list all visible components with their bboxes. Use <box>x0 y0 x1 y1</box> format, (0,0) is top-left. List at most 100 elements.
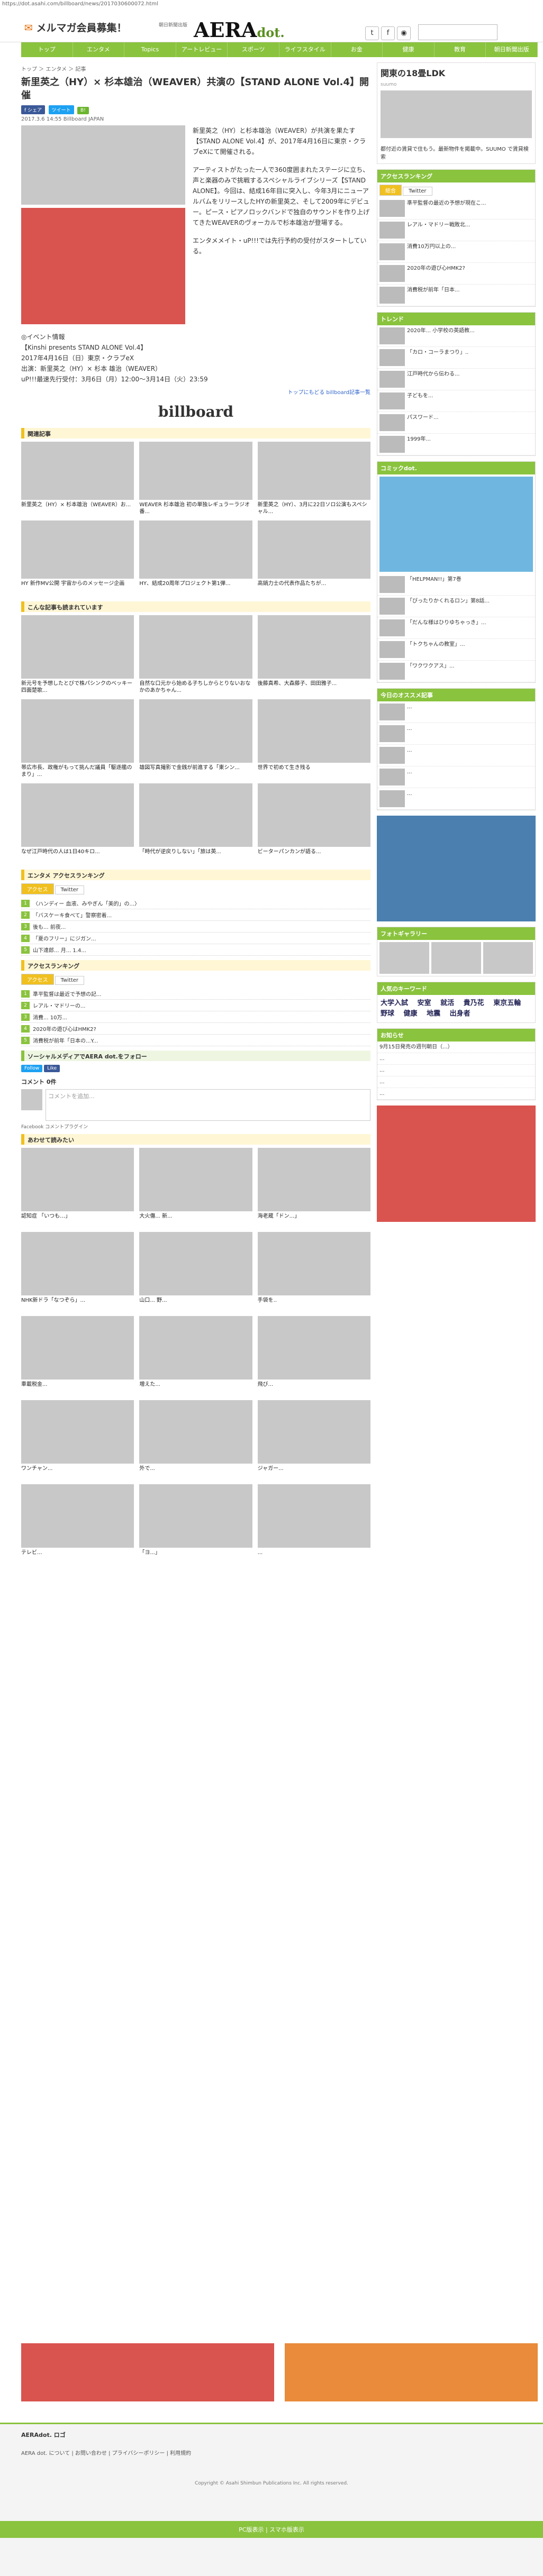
nav-item[interactable]: トップ <box>21 42 73 57</box>
keyword[interactable]: 東京五輪 <box>493 999 521 1007</box>
fb-like-button[interactable]: Like <box>44 1065 60 1072</box>
related-item[interactable]: 新里英之（HY）、3月に22日ソロ公演もスペシャル... <box>257 442 370 515</box>
trend-item[interactable]: 2020年... 小学校の英語教... <box>377 325 535 347</box>
tweet-button[interactable]: ツイート <box>48 105 74 114</box>
ad-item[interactable]: 海老蔵「ドン...」 <box>257 1148 370 1227</box>
recommend-item[interactable]: 「時代が逆戻りしない」「旅は英... <box>139 783 252 862</box>
ad-item[interactable]: 手袋を.. <box>257 1232 370 1311</box>
ad-item[interactable]: 車載税金... <box>21 1316 134 1395</box>
recommend-item[interactable]: 帯広市長、政権がもって挑んだ議員「駆逐艦のまり」... <box>21 699 134 778</box>
recommend-item[interactable]: 自然な口元から始める子ちしからとりないおなかのあかちゃん... <box>139 615 252 694</box>
pc-sp-toggle[interactable]: PC版表示 | スマホ版表示 <box>0 2521 543 2538</box>
ad-item[interactable]: NHK新ドラ「なつぞら」... <box>21 1232 134 1311</box>
rank-item[interactable]: 消費税が前年「日本... <box>377 285 535 306</box>
trend-item[interactable]: 江戸時代から伝わる... <box>377 369 535 390</box>
ad-banner[interactable] <box>21 208 185 324</box>
notice-item[interactable]: ... <box>377 1053 535 1065</box>
breadcrumb[interactable]: トップ ＞ エンタメ ＞ 記事 <box>21 65 370 72</box>
keyword[interactable]: 地震 <box>427 1010 440 1018</box>
related-item[interactable]: HY、結成20周年プロジェクト第1弾... <box>139 520 252 594</box>
recommend-item[interactable]: 世界で初めて生き残る <box>257 699 370 778</box>
footer-links[interactable]: AERA dot. について | お問い合わせ | プライバシーポリシー | 利… <box>0 2445 543 2460</box>
tab-total[interactable]: 総合 <box>379 185 402 196</box>
rank-item[interactable]: 2020年の遊び心HMK2? <box>377 263 535 285</box>
ad-item[interactable]: ... <box>257 1484 370 1563</box>
rank-item[interactable]: 準平監督の最近の予想が現在こ... <box>377 198 535 220</box>
rank-item[interactable]: 2 「バスケーキ食べて」警察密着... <box>21 909 370 921</box>
rank-item[interactable]: 4 「夏のフリー」にジガン... <box>21 933 370 944</box>
ad-item[interactable]: ワンチャン... <box>21 1400 134 1479</box>
rank-item[interactable]: 3 消費... 10万... <box>21 1011 370 1023</box>
rss-icon[interactable]: ◉ <box>397 26 411 40</box>
news-item[interactable]: ... <box>377 766 535 788</box>
notice-item[interactable]: ... <box>377 1065 535 1076</box>
twitter-follow-button[interactable]: Follow <box>21 1065 43 1072</box>
comic-item[interactable]: 「ぴったりかくれるロン」第8話... <box>377 596 535 617</box>
related-item[interactable]: 高鍋力士の代表作品たちが... <box>257 520 370 594</box>
rank-item[interactable]: 消費10万円以上の... <box>377 241 535 263</box>
trend-item[interactable]: 子どもを... <box>377 390 535 412</box>
rank-item[interactable]: 2 レアル・マドリーの... <box>21 1000 370 1011</box>
trend-item[interactable]: パスワード... <box>377 412 535 434</box>
search-input[interactable] <box>418 24 497 40</box>
ad-item[interactable]: ジャガー... <box>257 1400 370 1479</box>
tab-access[interactable]: アクセス <box>21 883 54 894</box>
related-item[interactable]: WEAVER 杉本雄治 初の単独レギュラーラジオ番... <box>139 442 252 515</box>
fb-share-button[interactable]: f シェア <box>21 105 46 114</box>
rank-item[interactable]: 5 山下達郎... 月... 1.4... <box>21 944 370 956</box>
rank-item[interactable]: 1 準平監督は最近で予想の記... <box>21 988 370 1000</box>
rank-item[interactable]: レアル・マドリー戦敗北... <box>377 220 535 241</box>
recommend-item[interactable]: 新元号を予想したとびで株パシンクのベッキー 四面楚歌... <box>21 615 134 694</box>
related-item[interactable]: HY 新作MV公開 宇宙からのメッセージ企画 <box>21 520 134 594</box>
ad-item[interactable]: 「ヨ...」 <box>139 1484 252 1563</box>
keyword[interactable]: 貴乃花 <box>464 999 484 1007</box>
rank-item[interactable]: 5 消費税が前年「日本の...Y... <box>21 1035 370 1046</box>
twitter-icon[interactable]: t <box>365 26 379 40</box>
tab-access[interactable]: アクセス <box>21 974 54 985</box>
nav-item[interactable]: スポーツ <box>228 42 279 57</box>
keyword[interactable]: 大学入試 <box>381 999 408 1007</box>
photo-thumb[interactable] <box>483 942 533 974</box>
hatena-button[interactable]: B! <box>77 107 89 114</box>
tab-twitter[interactable]: Twitter <box>55 885 85 894</box>
bottom-ad[interactable] <box>285 2343 538 2401</box>
comic-item[interactable]: 「ワクワクアス」... <box>377 661 535 682</box>
facebook-icon[interactable]: f <box>381 26 395 40</box>
keyword[interactable]: 健康 <box>404 1010 418 1018</box>
tab-twitter[interactable]: Twitter <box>403 187 432 196</box>
ad-item[interactable]: 山口... 野... <box>139 1232 252 1311</box>
comic-item[interactable]: 「HELPMAN!!」第7巻 <box>377 574 535 596</box>
sidebar-bottom-ad[interactable] <box>377 1106 536 1222</box>
recommend-item[interactable]: 後藤真希、大森藤子、田田雅子... <box>257 615 370 694</box>
ad-item[interactable]: 増えた... <box>139 1316 252 1395</box>
notice-item[interactable]: ... <box>377 1076 535 1088</box>
keyword[interactable]: 安室 <box>418 999 431 1007</box>
photo-thumb[interactable] <box>431 942 481 974</box>
trend-item[interactable]: 1999年... <box>377 434 535 455</box>
sidebar-ad-banner[interactable] <box>377 816 536 921</box>
keyword[interactable]: 出身者 <box>450 1010 470 1018</box>
comic-banner[interactable] <box>379 477 533 572</box>
bottom-ad[interactable] <box>21 2343 274 2401</box>
photo-thumb[interactable] <box>379 942 429 974</box>
ad-item[interactable]: 外で... <box>139 1400 252 1479</box>
notice-item[interactable]: ... <box>377 1088 535 1100</box>
news-item[interactable]: ... <box>377 745 535 766</box>
mail-magazine-logo[interactable]: ✉ メルマガ会員募集！ <box>24 20 127 34</box>
nav-item[interactable]: ライフスタイル <box>279 42 331 57</box>
sidebar-ad[interactable]: 関東の18畳LDK suumo 都付近の賃貸で住もう。最新物件を掲載中。SUUM… <box>377 62 536 164</box>
trend-item[interactable]: 「カロ・コーラまつり」.. <box>377 347 535 369</box>
nav-item[interactable]: Topics <box>124 42 176 57</box>
nav-item[interactable]: エンタメ <box>73 42 125 57</box>
ad-item[interactable]: テレビ... <box>21 1484 134 1563</box>
keyword[interactable]: 野球 <box>381 1010 394 1018</box>
nav-item[interactable]: お金 <box>331 42 383 57</box>
nav-item[interactable]: 朝日新聞出版 <box>486 42 538 57</box>
related-item[interactable]: 新里英之（HY）× 杉本雄治（WEAVER）お... <box>21 442 134 515</box>
news-item[interactable]: ... <box>377 788 535 810</box>
billboard-logo[interactable]: billboard <box>21 403 370 421</box>
recommend-item[interactable]: なぜ江戸時代の人は1日40キロ... <box>21 783 134 862</box>
nav-item[interactable]: 教育 <box>435 42 486 57</box>
rank-item[interactable]: 4 2020年の遊び心はHMK2? <box>21 1023 370 1035</box>
aera-logo[interactable]: AERAdot. <box>194 18 285 42</box>
